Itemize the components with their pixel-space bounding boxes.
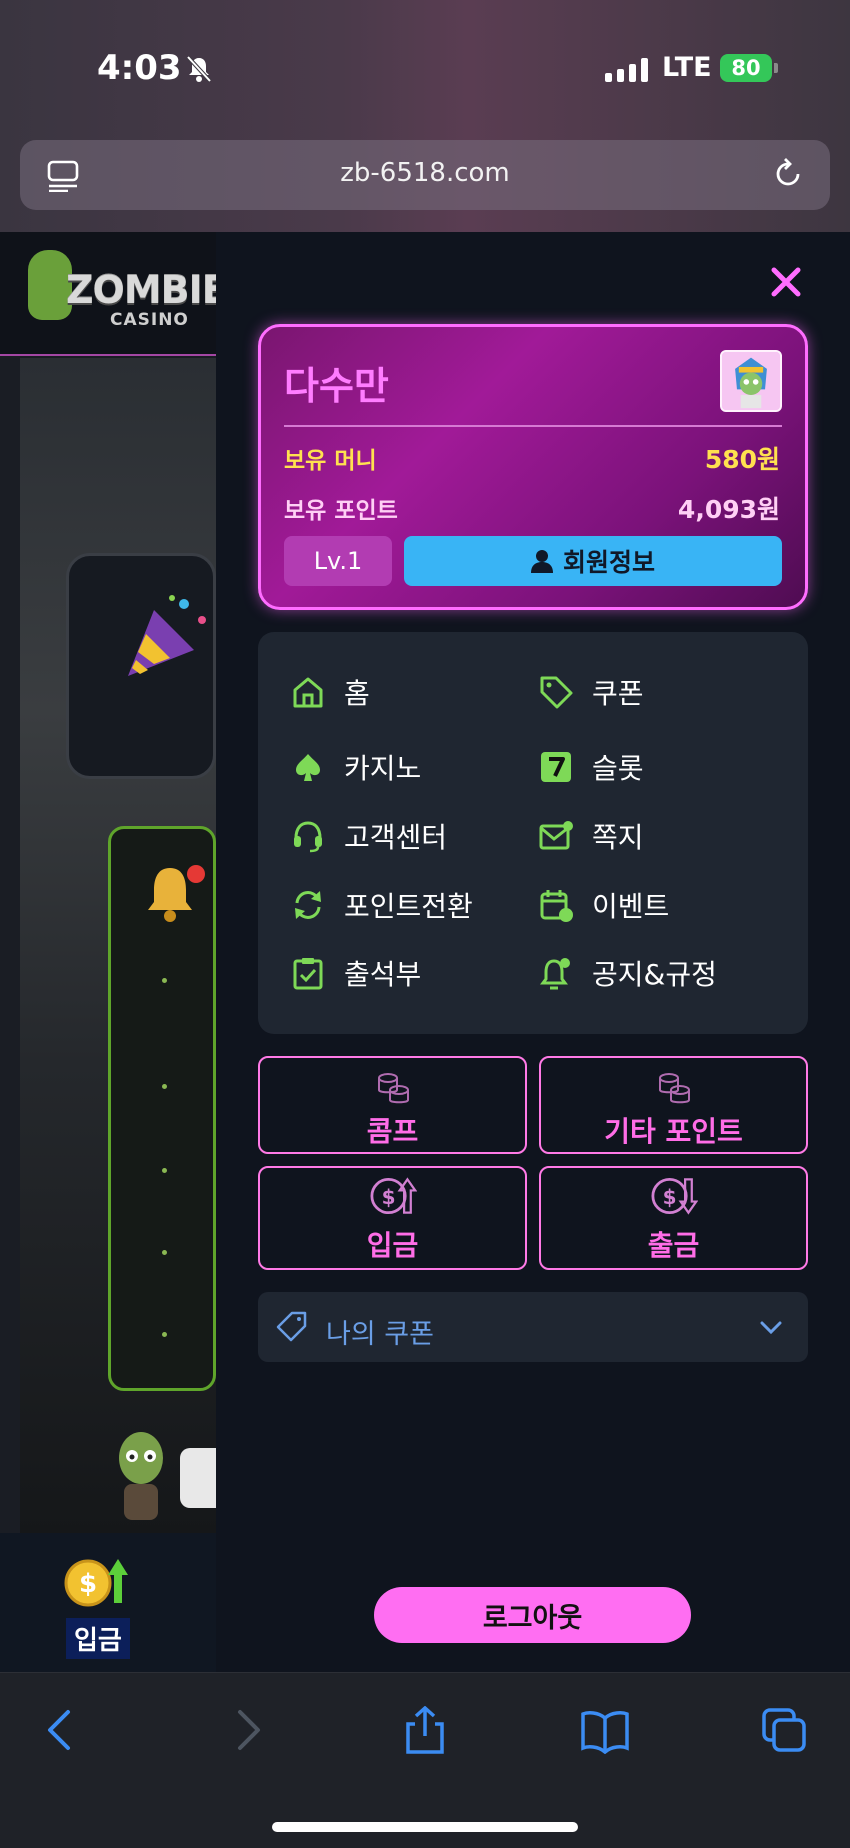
menu-item-event[interactable]: 이벤트: [538, 883, 669, 927]
money-value: 580원: [704, 445, 780, 474]
back-icon[interactable]: [36, 1706, 86, 1754]
other-points-label: 기타 포인트: [604, 1115, 743, 1148]
battery-tip: [774, 63, 778, 73]
menu-label-slot: 슬롯: [592, 752, 644, 785]
coin-deposit-icon[interactable]: $: [62, 1555, 132, 1611]
menu-label-casino: 카지노: [344, 752, 422, 785]
menu-label-event: 이벤트: [592, 890, 670, 923]
points-label: 보유 포인트: [284, 498, 398, 524]
notice-bullet: [162, 1250, 167, 1255]
deposit-label: 입금: [366, 1229, 419, 1262]
level-badge: Lv.1: [284, 536, 392, 586]
points-value: 4,093원: [677, 495, 780, 524]
bottom-deposit-label[interactable]: 입금: [66, 1618, 130, 1659]
notification-bell-icon: [148, 865, 205, 922]
url-text[interactable]: zb-6518.com: [20, 158, 830, 188]
menu-label-home: 홈: [344, 677, 370, 710]
menu-label-messages: 쪽지: [592, 821, 644, 854]
svg-text:$: $: [381, 1185, 395, 1209]
tooltip-fragment: [180, 1448, 216, 1508]
menu-label-attendance: 출석부: [344, 958, 422, 991]
menu-item-point-exchange[interactable]: 포인트전환: [290, 883, 473, 927]
user-icon: [530, 550, 553, 573]
home-icon: [293, 677, 323, 708]
menu-item-coupon[interactable]: 쿠폰: [538, 670, 644, 714]
notice-bullet: [162, 1332, 167, 1337]
browser-chrome: 4:03 LTE 80 zb-6518.com: [0, 0, 850, 232]
bell-icon: [540, 958, 570, 990]
other-points-button[interactable]: 기타 포인트: [539, 1056, 808, 1154]
menu-item-home[interactable]: 홈: [290, 670, 370, 714]
clipboard-check-icon: [293, 958, 323, 990]
battery-level: 80: [731, 56, 761, 80]
withdraw-button[interactable]: $ 출금: [539, 1166, 808, 1270]
my-coupon-label: 나의 쿠폰: [326, 1319, 434, 1350]
money-label: 보유 머니: [284, 448, 377, 474]
chevron-down-icon: [760, 1321, 782, 1335]
dollar-down-icon: $: [651, 1177, 698, 1215]
member-info-label: 회원정보: [562, 548, 655, 577]
zombie-mascot-icon: [119, 1432, 163, 1520]
network-type: LTE: [662, 52, 712, 83]
party-popper-icon: [128, 595, 206, 676]
withdraw-label: 출금: [647, 1229, 700, 1262]
menu-item-messages[interactable]: 쪽지: [538, 814, 644, 858]
site-logo[interactable]: ZOMBIE: [66, 268, 228, 312]
forward-icon[interactable]: [222, 1706, 272, 1754]
status-time: 4:03: [97, 48, 182, 88]
bookmarks-icon[interactable]: [580, 1706, 630, 1754]
headset-icon: [294, 821, 322, 853]
slot-seven-icon: [541, 752, 571, 782]
spade-icon: [296, 754, 320, 781]
reload-icon[interactable]: [770, 156, 806, 192]
notice-bullet: [162, 978, 167, 983]
tag-icon: [540, 676, 573, 709]
menu-label-notice: 공지&규정: [592, 958, 717, 991]
avatar: [720, 350, 782, 412]
dollar-up-icon: $: [370, 1177, 417, 1215]
coins-icon: [377, 1073, 409, 1104]
logout-button[interactable]: 로그아웃: [374, 1587, 691, 1643]
deposit-button[interactable]: $ 입금: [258, 1166, 527, 1270]
mail-icon: [539, 821, 573, 850]
close-icon[interactable]: [764, 260, 808, 304]
refresh-icon: [295, 891, 321, 919]
my-coupon-dropdown[interactable]: 나의 쿠폰: [258, 1292, 808, 1362]
calendar-icon: [540, 890, 573, 922]
menu-item-slot[interactable]: 슬롯: [538, 745, 644, 789]
profile-name: 다수만: [284, 364, 389, 408]
svg-text:$: $: [79, 1569, 97, 1599]
silent-bell-icon: [186, 55, 212, 83]
comp-label: 콤프: [366, 1115, 419, 1148]
svg-text:$: $: [662, 1185, 676, 1209]
tabs-icon[interactable]: [760, 1706, 810, 1754]
menu-label-point-exchange: 포인트전환: [344, 890, 473, 923]
tag-icon: [276, 1311, 307, 1342]
battery-icon: 80: [720, 54, 772, 82]
comp-button[interactable]: 콤프: [258, 1056, 527, 1154]
signal-icon: [605, 58, 648, 82]
notice-bullet: [162, 1168, 167, 1173]
profile-divider: [284, 425, 782, 427]
coins-icon: [658, 1073, 690, 1104]
menu-item-support[interactable]: 고객센터: [290, 814, 447, 858]
menu-item-casino[interactable]: 카지노: [290, 745, 421, 789]
member-info-button[interactable]: 회원정보: [404, 536, 782, 586]
notice-bullet: [162, 1084, 167, 1089]
menu-item-attendance[interactable]: 출석부: [290, 951, 421, 995]
menu-label-support: 고객센터: [344, 821, 448, 854]
menu-item-notice[interactable]: 공지&규정: [538, 951, 717, 995]
url-bar[interactable]: zb-6518.com: [20, 140, 830, 210]
site-logo-sub: CASINO: [110, 310, 189, 330]
home-indicator: [272, 1822, 578, 1832]
share-icon[interactable]: [400, 1706, 450, 1754]
menu-label-coupon: 쿠폰: [592, 677, 644, 710]
